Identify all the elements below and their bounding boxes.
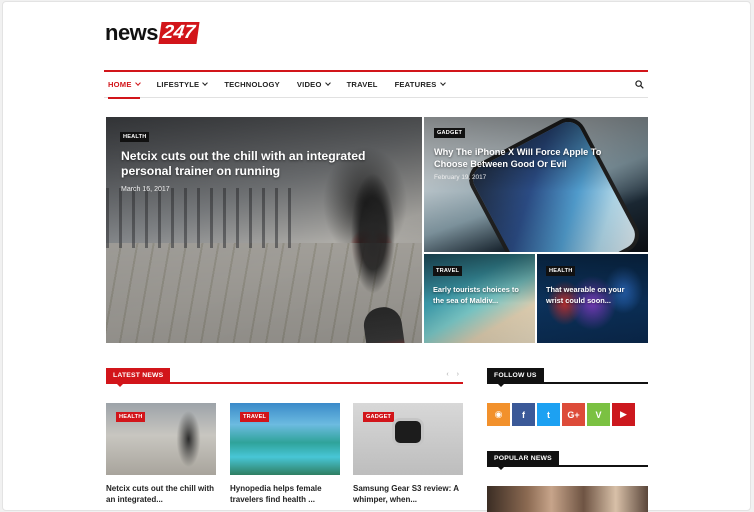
latest-news-header: LATEST NEWS ‹ › [106, 368, 463, 387]
card-image[interactable]: GADGET [353, 403, 463, 475]
featured-main-date: March 16, 2017 [121, 186, 170, 193]
latest-card[interactable]: HEALTH Netcix cuts out the chill with an… [106, 403, 216, 505]
featured-bottom-left-title[interactable]: Early tourists choices to the sea of Mal… [433, 284, 529, 306]
logo-word: news [105, 20, 159, 45]
latest-news-label: LATEST NEWS [106, 368, 171, 387]
chevron-down-icon [134, 80, 141, 86]
chevron-right-icon[interactable]: › [457, 371, 459, 378]
search-icon[interactable] [635, 80, 644, 89]
featured-main-title[interactable]: Netcix cuts out the chill with an integr… [121, 149, 391, 179]
rss-icon[interactable]: ◉ [487, 403, 510, 426]
vine-icon[interactable]: V [587, 403, 610, 426]
card-image[interactable]: HEALTH [106, 403, 216, 475]
follow-us-label: FOLLOW US [487, 368, 544, 387]
nav-label: TRAVEL [346, 79, 378, 89]
site-logo[interactable]: news 247 [105, 20, 200, 46]
nav-label: HOME [108, 79, 132, 89]
chevron-down-icon [202, 80, 209, 86]
popular-news-image[interactable] [487, 486, 648, 512]
nav-item-travel[interactable]: TRAVEL [347, 72, 378, 98]
featured-bottom-right-title[interactable]: That wearable on your wrist could soon..… [546, 284, 642, 306]
nav-item-video[interactable]: VIDEO [296, 72, 331, 98]
google-plus-icon[interactable]: G+ [562, 403, 585, 426]
section-divider [487, 382, 648, 384]
nav-label: VIDEO [296, 79, 322, 89]
nav-label: FEATURES [394, 79, 437, 89]
featured-top-right-tile[interactable]: GADGET Why The iPhone X Will Force Apple… [424, 117, 648, 252]
social-icons: ◉ f t G+ V ▶ [487, 403, 635, 426]
latest-card[interactable]: TRAVEL Hynopedia helps female travelers … [230, 403, 340, 505]
latest-card[interactable]: GADGET Samsung Gear S3 review: A whimper… [353, 403, 463, 505]
category-badge[interactable]: TRAVEL [433, 266, 463, 276]
chevron-down-icon [439, 80, 446, 86]
category-badge[interactable]: HEALTH [120, 132, 150, 142]
category-badge[interactable]: HEALTH [546, 266, 576, 276]
section-divider [106, 382, 463, 384]
logo-number: 247 [158, 22, 200, 44]
featured-bottom-right-tile[interactable]: HEALTH That wearable on your wrist could… [537, 254, 648, 343]
twitter-icon[interactable]: t [537, 403, 560, 426]
nav-label: TECHNOLOGY [224, 79, 280, 89]
card-title[interactable]: Netcix cuts out the chill with an integr… [106, 483, 216, 505]
category-badge[interactable]: HEALTH [116, 412, 146, 422]
nav-item-home[interactable]: HOME [108, 72, 141, 99]
featured-top-right-date: February 19, 2017 [434, 174, 487, 181]
nav-item-features[interactable]: FEATURES [394, 72, 446, 98]
section-divider [487, 465, 648, 467]
card-title[interactable]: Samsung Gear S3 review: A whimper, when.… [353, 483, 463, 505]
featured-top-right-title[interactable]: Why The iPhone X Will Force Apple To Cho… [434, 146, 634, 170]
popular-news-header: POPULAR NEWS [487, 451, 648, 470]
popular-news-label: POPULAR NEWS [487, 451, 559, 470]
nav-item-lifestyle[interactable]: LIFESTYLE [156, 72, 209, 98]
category-badge[interactable]: GADGET [434, 128, 466, 138]
featured-main-tile[interactable]: HEALTH Netcix cuts out the chill with an… [106, 117, 422, 343]
category-badge[interactable]: GADGET [363, 412, 395, 422]
chevron-down-icon [324, 80, 331, 86]
nav-label: LIFESTYLE [156, 79, 200, 89]
nav-item-technology[interactable]: TECHNOLOGY [224, 72, 280, 98]
chevron-left-icon[interactable]: ‹ [446, 371, 448, 378]
follow-us-header: FOLLOW US [487, 368, 648, 387]
youtube-icon[interactable]: ▶ [612, 403, 635, 426]
main-nav: HOME LIFESTYLE TECHNOLOGY VIDEO TRAVEL F… [104, 70, 648, 99]
category-badge[interactable]: TRAVEL [240, 412, 270, 422]
featured-bottom-left-tile[interactable]: TRAVEL Early tourists choices to the sea… [424, 254, 535, 343]
latest-pager: ‹ › [446, 371, 459, 378]
facebook-icon[interactable]: f [512, 403, 535, 426]
card-image[interactable]: TRAVEL [230, 403, 340, 475]
card-title[interactable]: Hynopedia helps female travelers find he… [230, 483, 340, 505]
